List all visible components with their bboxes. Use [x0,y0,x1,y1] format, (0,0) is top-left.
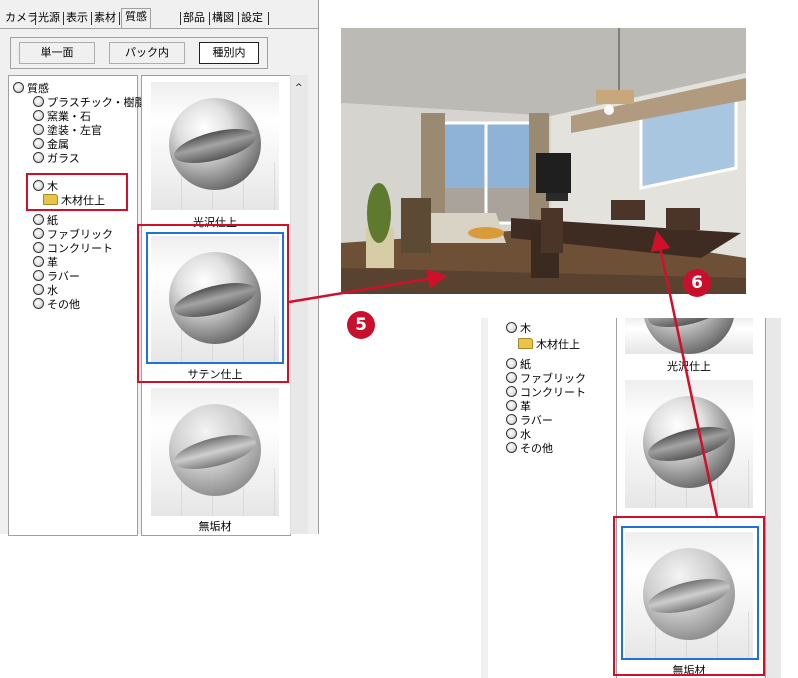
step-badge-5: 5 [347,311,375,339]
arrow-step5 [288,269,448,304]
callout-arrows [288,230,719,517]
step-badge-6: 6 [683,269,711,297]
